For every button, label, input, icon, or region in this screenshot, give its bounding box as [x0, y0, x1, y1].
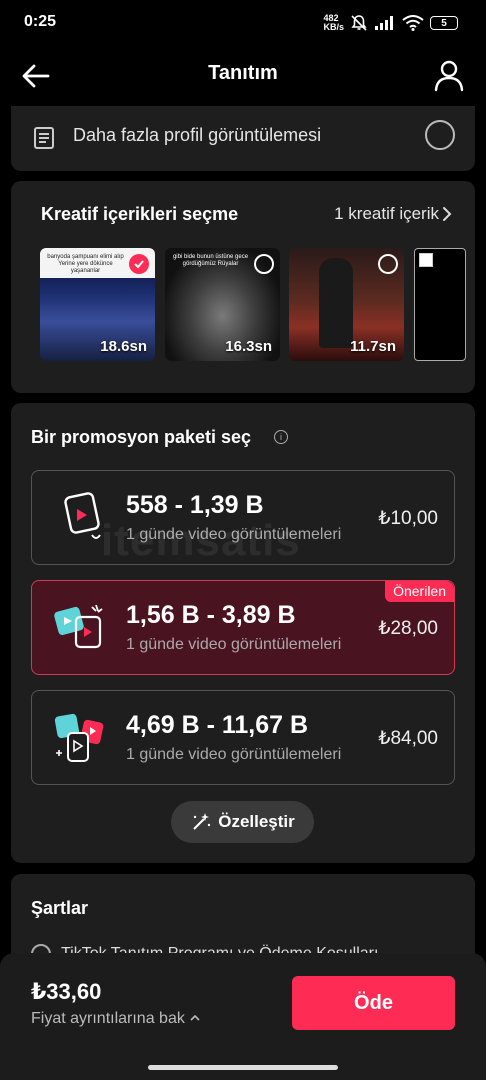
customize-button[interactable]: Özelleştir: [171, 801, 314, 843]
wifi-icon: [402, 15, 424, 31]
creative-count-link[interactable]: 1 kreatif içerik: [334, 204, 439, 224]
package-option-selected[interactable]: 1,56 B - 3,89 B 1 günde video görüntülem…: [31, 580, 455, 675]
creative-section: Kreatif içerikleri seçme 1 kreatif içeri…: [11, 181, 475, 393]
creative-thumbnail-partial[interactable]: [414, 248, 466, 361]
package-option[interactable]: 4,69 B - 11,67 B 1 günde video görüntüle…: [31, 690, 455, 785]
info-icon[interactable]: i: [274, 430, 288, 444]
status-icons: 482 KB/s 5: [323, 14, 458, 32]
status-bar: 0:25 482 KB/s 5: [0, 0, 486, 46]
thumbnail-radio[interactable]: [254, 254, 274, 274]
price-details-link[interactable]: Fiyat ayrıntılarına bak: [31, 1010, 201, 1028]
goal-option[interactable]: Daha fazla profil görüntülemesi: [11, 106, 475, 171]
terms-title: Şartlar: [31, 898, 89, 918]
chevron-up-icon: [190, 1014, 200, 1021]
package-description: 1 günde video görüntülemeleri: [126, 746, 342, 763]
watermark: itemsatis: [101, 516, 301, 565]
thumbnail-duration: 16.3sn: [225, 338, 272, 355]
package-price: ₺10,00: [378, 508, 438, 529]
thumbnail-duration: 11.7sn: [350, 338, 396, 355]
recommended-badge: Önerilen: [385, 581, 454, 602]
battery-icon: 5: [430, 16, 458, 30]
header: Tanıtım: [0, 46, 486, 106]
video-cards-icon: [54, 604, 103, 649]
thumbnail-caption: gibi bide bunun üstüne gece gördüğümüz R…: [172, 254, 249, 267]
package-range: 1,56 B - 3,89 B: [126, 601, 296, 629]
profile-icon[interactable]: [432, 58, 466, 92]
checkout-footer: ₺33,60 Fiyat ayrıntılarına bak Öde: [0, 953, 486, 1080]
package-price: ₺28,00: [378, 618, 438, 639]
document-icon: [34, 127, 54, 149]
person-figure: [319, 258, 353, 348]
mute-icon: [351, 15, 367, 31]
thumbnail-duration: 18.6sn: [100, 338, 147, 355]
home-indicator[interactable]: [148, 1065, 338, 1070]
goal-radio[interactable]: [425, 120, 455, 150]
chevron-right-icon[interactable]: [441, 205, 453, 223]
pay-button[interactable]: Öde: [292, 976, 455, 1030]
package-range: 4,69 B - 11,67 B: [126, 711, 309, 739]
goal-label: Daha fazla profil görüntülemesi: [73, 125, 322, 145]
broken-image-icon: [419, 253, 433, 267]
customize-label: Özelleştir: [218, 812, 295, 831]
package-title: Bir promosyon paketi seç: [31, 427, 252, 447]
video-stack-icon: [54, 713, 104, 762]
magic-wand-icon: [193, 813, 211, 830]
thumbnail-radio[interactable]: [378, 254, 398, 274]
creative-thumbnail[interactable]: 11.7sn: [289, 248, 404, 361]
creative-thumbnail[interactable]: banyoda şampuanı elimi alıp Yerine yere …: [40, 248, 155, 361]
creative-title: Kreatif içerikleri seçme: [41, 204, 239, 224]
total-price: ₺33,60: [31, 979, 102, 1004]
checkmark-icon[interactable]: [129, 254, 149, 274]
status-time: 0:25: [24, 13, 57, 30]
signal-icon: [375, 16, 393, 30]
page-title: Tanıtım: [208, 62, 278, 84]
package-price: ₺84,00: [378, 728, 438, 749]
package-section: Bir promosyon paketi seç i 558 - 1,39 B …: [11, 403, 475, 863]
creative-thumbnail[interactable]: gibi bide bunun üstüne gece gördüğümüz R…: [165, 248, 280, 361]
package-description: 1 günde video görüntülemeleri: [126, 636, 342, 653]
net-speed: 482 KB/s: [323, 13, 344, 32]
thumbnail-caption: banyoda şampuanı elimi alıp Yerine yere …: [47, 254, 124, 274]
